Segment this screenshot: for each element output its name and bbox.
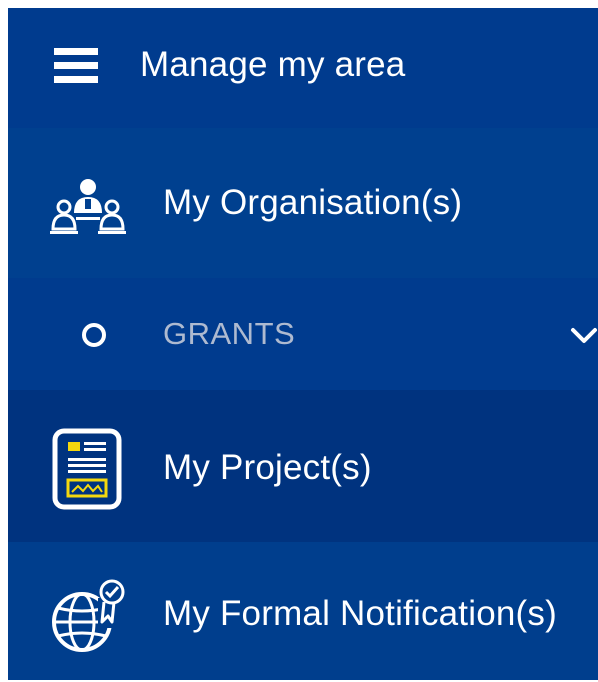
- circle-bullet-icon: [82, 323, 106, 347]
- menu-item-organisations-label: My Organisation(s): [163, 183, 463, 222]
- menu-item-formal-notifications-label: My Formal Notification(s): [163, 594, 557, 633]
- menu-item-formal-notifications[interactable]: My Formal Notification(s): [8, 542, 598, 680]
- menu-item-organisations[interactable]: My Organisation(s): [8, 128, 598, 278]
- chevron-down-icon[interactable]: [570, 324, 598, 348]
- sidebar-title: Manage my area: [140, 45, 406, 84]
- menu-item-projects[interactable]: My Project(s): [8, 390, 598, 542]
- sidebar-header: Manage my area: [8, 8, 598, 128]
- menu-item-projects-label: My Project(s): [163, 448, 372, 487]
- manage-area-sidebar: Manage my area My Organisation(s) GRANTS: [8, 8, 598, 680]
- menu-section-grants-label: GRANTS: [163, 316, 296, 351]
- organisation-people-icon: [50, 179, 126, 234]
- hamburger-menu-icon[interactable]: [54, 48, 98, 84]
- globe-certificate-icon: [52, 579, 125, 652]
- menu-section-grants[interactable]: GRANTS: [8, 278, 598, 390]
- project-document-icon: [52, 428, 122, 510]
